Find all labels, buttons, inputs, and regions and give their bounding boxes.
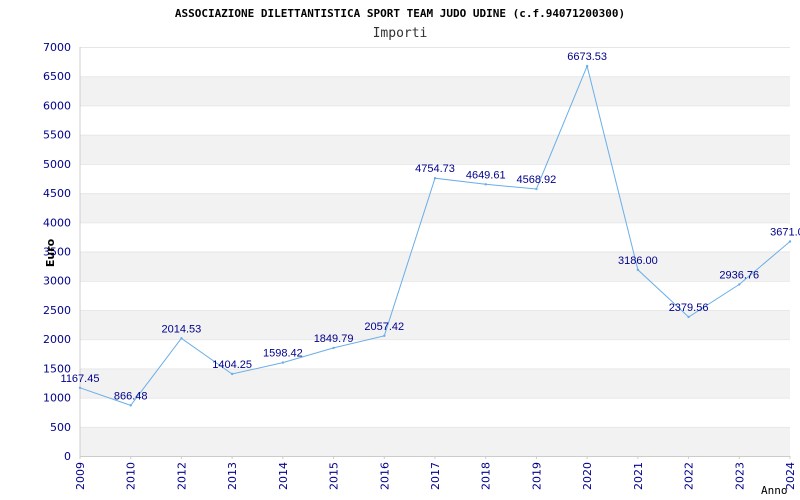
- y-tick-label: 500: [50, 421, 71, 434]
- x-tick-label: 2023: [733, 462, 746, 490]
- grid-band: [80, 47, 790, 77]
- x-tick-label: 2022: [683, 462, 696, 490]
- y-tick-label: 6500: [43, 70, 71, 83]
- y-tick-label: 6000: [43, 99, 71, 112]
- grid-band: [80, 368, 790, 398]
- x-tick-label: 2015: [328, 462, 341, 490]
- data-label: 2936.76: [719, 269, 759, 281]
- y-tick-label: 2000: [43, 333, 71, 346]
- data-label: 2379.56: [669, 302, 709, 314]
- grid-band: [80, 426, 790, 456]
- y-tick-label: 2500: [43, 304, 71, 317]
- grid-band: [80, 251, 790, 281]
- x-tick-label: 2019: [530, 462, 543, 490]
- chart-subtitle: Importi: [373, 26, 428, 41]
- data-label: 2014.53: [162, 323, 202, 335]
- data-label: 866.48: [114, 390, 148, 402]
- x-tick-label: 2012: [175, 462, 188, 490]
- data-label: 6673.53: [567, 51, 607, 63]
- grid-band: [80, 134, 790, 164]
- data-point: [433, 176, 437, 180]
- grid-band: [80, 193, 790, 223]
- y-tick-label: 1000: [43, 392, 71, 405]
- y-tick-label: 5000: [43, 158, 71, 171]
- y-tick-label: 4000: [43, 216, 71, 229]
- y-axis-label: Euro: [44, 238, 57, 267]
- data-label: 3186.00: [618, 255, 658, 267]
- y-tick-label: 0: [64, 450, 71, 463]
- data-label: 4649.61: [466, 169, 506, 181]
- grid-band: [80, 397, 790, 427]
- chart-title: ASSOCIAZIONE DILETTANTISTICA SPORT TEAM …: [175, 7, 625, 20]
- y-tick-label: 7000: [43, 41, 71, 54]
- data-point: [738, 283, 741, 286]
- data-point: [788, 240, 792, 243]
- x-tick-label: 2010: [125, 462, 138, 490]
- data-point: [129, 404, 132, 407]
- data-label: 1598.42: [263, 348, 303, 360]
- data-label: 1404.25: [212, 359, 252, 371]
- data-label: 4754.73: [415, 163, 455, 175]
- grid-band: [80, 339, 790, 369]
- x-tick-label: 2009: [74, 462, 87, 490]
- data-point: [281, 361, 285, 364]
- data-point: [687, 315, 690, 319]
- data-point: [78, 386, 82, 389]
- grid-bands: [80, 47, 790, 456]
- x-tick-label: 2020: [581, 462, 594, 490]
- y-tick-label: 3000: [43, 275, 71, 288]
- x-tick-label: 2013: [226, 462, 239, 490]
- data-point: [484, 183, 487, 186]
- data-label: 4568.92: [517, 174, 557, 186]
- x-axis-ticks: 2009 2010 2012 2013 2014 2015 2016 2017 2018 2019…: [74, 456, 797, 490]
- data-point: [180, 337, 183, 340]
- grid-band: [80, 76, 790, 106]
- data-label: 3671.00: [770, 227, 800, 239]
- x-tick-label: 2016: [378, 462, 391, 490]
- data-point: [585, 64, 589, 68]
- grid-band: [80, 105, 790, 135]
- data-point: [332, 346, 335, 350]
- grid-band: [80, 222, 790, 252]
- data-label: 1849.79: [314, 333, 354, 345]
- x-tick-label: 2017: [429, 462, 442, 490]
- data-point: [535, 187, 538, 191]
- x-tick-label: 2018: [480, 462, 493, 490]
- data-point: [636, 268, 640, 272]
- data-point: [383, 334, 386, 337]
- x-tick-label: 2021: [632, 462, 645, 490]
- x-axis-label: Anno: [761, 484, 788, 497]
- data-label: 2057.42: [364, 321, 404, 333]
- data-label: 1167.45: [61, 373, 100, 385]
- y-tick-label: 5500: [43, 129, 71, 142]
- x-tick-label: 2014: [277, 462, 290, 490]
- line-chart: ASSOCIAZIONE DILETTANTISTICA SPORT TEAM …: [43, 7, 800, 497]
- y-tick-label: 4500: [43, 187, 71, 200]
- data-point: [230, 372, 234, 376]
